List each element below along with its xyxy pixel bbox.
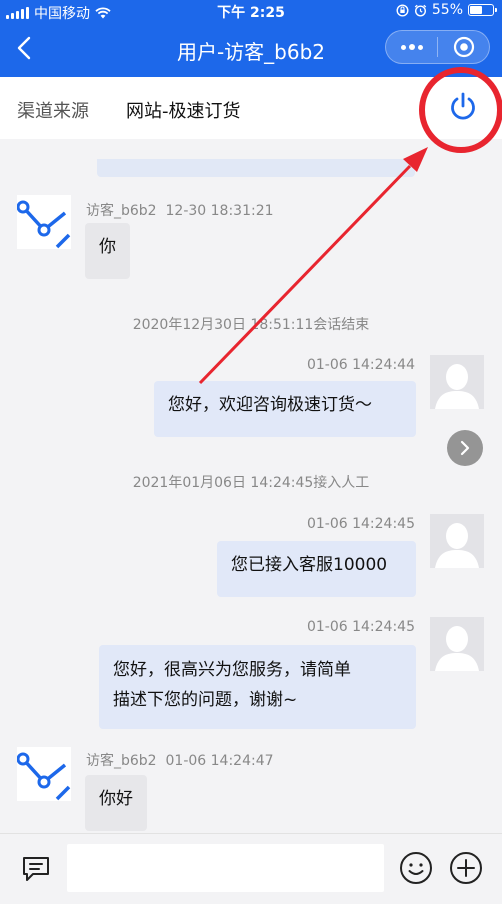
end-session-button[interactable] [448,89,478,123]
add-button[interactable] [448,850,484,886]
agent-message-bubble[interactable]: 您已接入客服10000 [217,541,416,597]
user-placeholder-icon [430,355,484,409]
alarm-icon [414,4,427,17]
message-line: 描述下您的问题，谢谢~ [113,690,298,710]
input-bar [0,833,502,904]
sender-name: 访客_b6b2 [86,753,157,769]
agent-message-bubble[interactable]: 您好，很高兴为您服务，请简单 描述下您的问题，谢谢~ [99,645,416,729]
visitor-logo-icon [16,747,71,801]
smiley-icon [400,852,432,884]
lock-rotation-icon [396,3,409,17]
user-placeholder-icon [430,617,484,671]
battery-percent: 55% [431,2,463,18]
user-placeholder-icon [430,514,484,568]
visitor-avatar[interactable] [16,747,71,801]
message-time: 12-30 18:31:21 [165,203,274,219]
app-header: 中国移动 下午 2:25 55% 用户-访客_b6b2 [0,0,502,77]
message-time: 01-06 14:24:44 [306,357,415,373]
visitor-avatar[interactable] [16,195,71,249]
plus-circle-icon [450,852,482,884]
message-time: 01-06 14:24:45 [306,516,415,532]
quick-reply-button[interactable] [18,850,54,886]
previous-message-bubble [97,159,415,177]
more-button[interactable] [386,31,437,63]
battery-icon [468,4,497,16]
agent-avatar[interactable] [430,514,484,568]
source-label: 渠道来源 [17,101,89,122]
source-value: 网站-极速订货 [126,101,241,122]
emoji-button[interactable] [398,850,434,886]
miniprogram-capsule [385,30,490,64]
target-icon [453,36,474,58]
message-time: 01-06 14:24:47 [165,753,274,769]
agent-avatar[interactable] [430,355,484,409]
message-time: 01-06 14:24:45 [306,619,415,635]
chevron-right-icon [460,440,470,456]
visitor-message-bubble[interactable]: 你 [85,223,130,279]
sender-name: 访客_b6b2 [86,203,157,219]
agent-avatar[interactable] [430,617,484,671]
source-bar: 渠道来源 网站-极速订货 [0,77,502,139]
system-notice: 2021年01月06日 14:24:45接入人工 [132,475,370,491]
chat-bubble-icon [23,857,49,881]
message-input[interactable] [67,844,384,892]
visitor-message-bubble[interactable]: 你好 [85,775,147,831]
system-notice: 2020年12月30日 18:51:11会话结束 [132,317,370,333]
agent-message-bubble[interactable]: 您好，欢迎咨询极速订货～ [154,381,416,437]
visitor-logo-icon [16,195,71,249]
close-button[interactable] [438,31,489,63]
message-line: 您好，很高兴为您服务，请简单 [113,660,351,680]
status-bar: 中国移动 下午 2:25 55% [0,0,502,22]
power-icon [451,92,475,120]
expand-button[interactable] [447,430,483,466]
chat-area[interactable]: 访客_b6b2 12-30 18:31:21 你 2020年12月30日 18:… [0,139,502,833]
